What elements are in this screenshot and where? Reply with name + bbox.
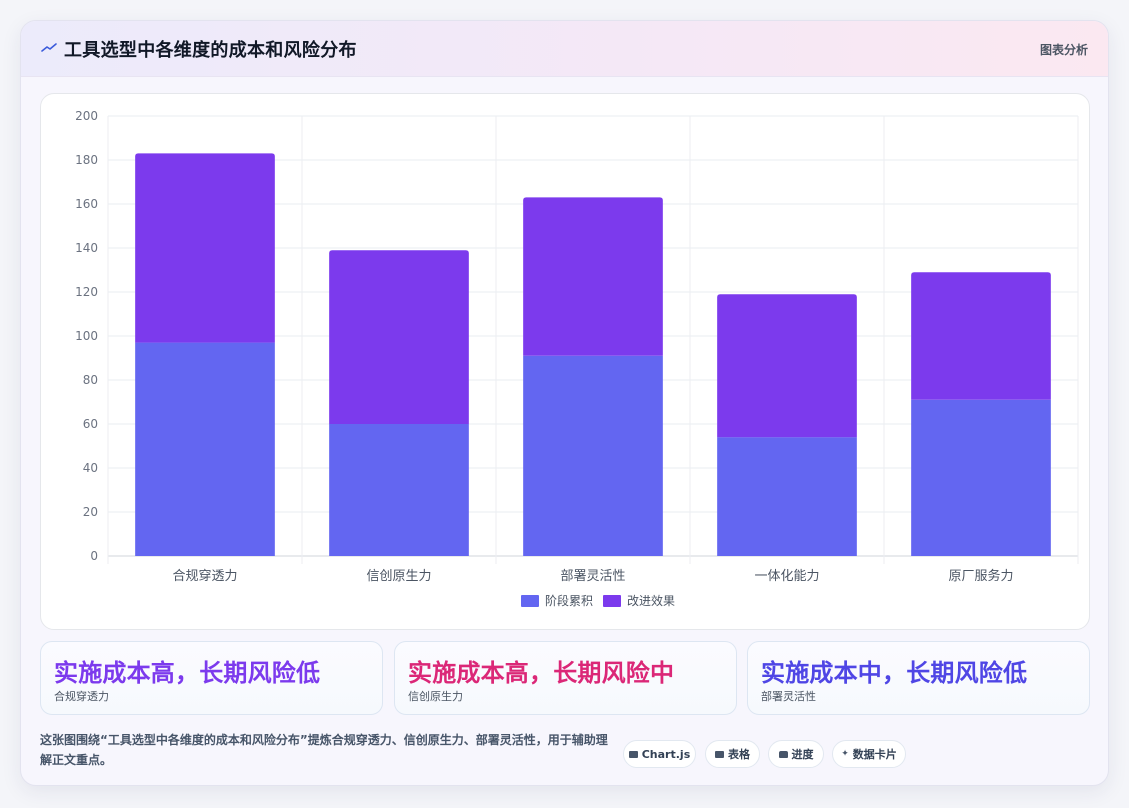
bar-segment — [329, 250, 469, 424]
x-tick-label: 信创原生力 — [366, 569, 431, 584]
bar-segment — [523, 197, 663, 356]
legend-label: 改进效果 — [627, 593, 675, 608]
chart-description: 这张图围绕“工具选型中各维度的成本和风险分布”提炼合规穿透力、信创原生力、部署灵… — [40, 733, 608, 767]
y-tick-label: 60 — [83, 417, 98, 431]
insight-card-3: 实施成本中，长期风险低 部署灵活性 — [747, 641, 1090, 715]
chip-label: 表格 — [728, 748, 750, 761]
chip-label: 数据卡片 — [852, 748, 897, 761]
x-tick-label: 原厂服务力 — [948, 568, 1013, 584]
y-tick-label: 160 — [75, 197, 98, 211]
insight-headline: 实施成本高，长期风险低 — [54, 659, 321, 687]
chart-icon — [628, 750, 638, 758]
y-tick-label: 80 — [83, 373, 98, 387]
y-tick-label: 40 — [83, 461, 98, 475]
bar-segment — [717, 294, 857, 438]
bar-segment — [329, 424, 469, 556]
bar-segment — [523, 355, 663, 556]
x-tick-label: 合规穿透力 — [172, 568, 237, 584]
insight-headline: 实施成本中，长期风险低 — [761, 659, 1028, 687]
trend-line-icon — [41, 43, 57, 52]
bar-segment — [135, 153, 275, 343]
table-icon — [715, 750, 724, 758]
y-tick-label: 120 — [75, 285, 98, 299]
insight-subtitle: 部署灵活性 — [761, 690, 816, 703]
bar-segment — [717, 437, 857, 556]
chip-chartjs[interactable]: Chart.js — [623, 740, 696, 768]
insight-subtitle: 合规穿透力 — [54, 690, 109, 703]
chart-analysis-tag[interactable]: 图表分析 — [1040, 41, 1088, 58]
insight-card-1: 实施成本高，长期风险低 合规穿透力 — [40, 641, 383, 715]
y-tick-label: 180 — [75, 153, 98, 167]
insight-headline: 实施成本高，长期风险中 — [408, 659, 675, 687]
x-tick-label: 部署灵活性 — [560, 569, 625, 584]
y-tick-label: 0 — [90, 549, 98, 563]
progress-icon — [778, 750, 788, 758]
y-tick-label: 100 — [75, 329, 98, 343]
chip-data-card[interactable]: ✦ 数据卡片 — [832, 740, 906, 768]
bar-segment — [911, 272, 1051, 400]
bar-segment — [135, 342, 275, 556]
legend-swatch — [521, 595, 539, 607]
y-tick-label: 200 — [75, 109, 98, 123]
chip-table[interactable]: 表格 — [705, 740, 760, 768]
sparkle-icon: ✦ — [841, 749, 849, 759]
page-title: 工具选型中各维度的成本和风险分布 — [64, 40, 357, 61]
chart-card: 工具选型中各维度的成本和风险分布 图表分析 0 20 40 60 80 100 120 140… — [20, 20, 1109, 786]
x-tick-label: 一体化能力 — [754, 569, 819, 584]
insight-cards: 实施成本高，长期风险低 合规穿透力 实施成本高，长期风险中 信创原生力 实施成本… — [40, 641, 1090, 715]
y-tick-label: 20 — [83, 505, 98, 519]
insight-subtitle: 信创原生力 — [408, 690, 463, 703]
stacked-bar-chart: 0 20 40 60 80 100 120 140 160 180 200 合规穿透力 信创原生力 部署灵… — [75, 109, 1079, 608]
bar-segment — [911, 399, 1051, 556]
y-tick-label: 140 — [75, 241, 98, 255]
insight-card-2: 实施成本高，长期风险中 信创原生力 — [394, 641, 737, 715]
legend-label: 阶段累积 — [545, 593, 593, 608]
chip-progress[interactable]: 进度 — [768, 740, 824, 768]
chart-container: 0 20 40 60 80 100 120 140 160 180 200 合规穿透力 信创原生力 部署灵… — [40, 93, 1090, 630]
legend-swatch — [603, 595, 621, 607]
chip-label: Chart.js — [641, 747, 691, 761]
chip-label: 进度 — [791, 748, 814, 761]
card-header: 工具选型中各维度的成本和风险分布 图表分析 — [21, 21, 1108, 77]
